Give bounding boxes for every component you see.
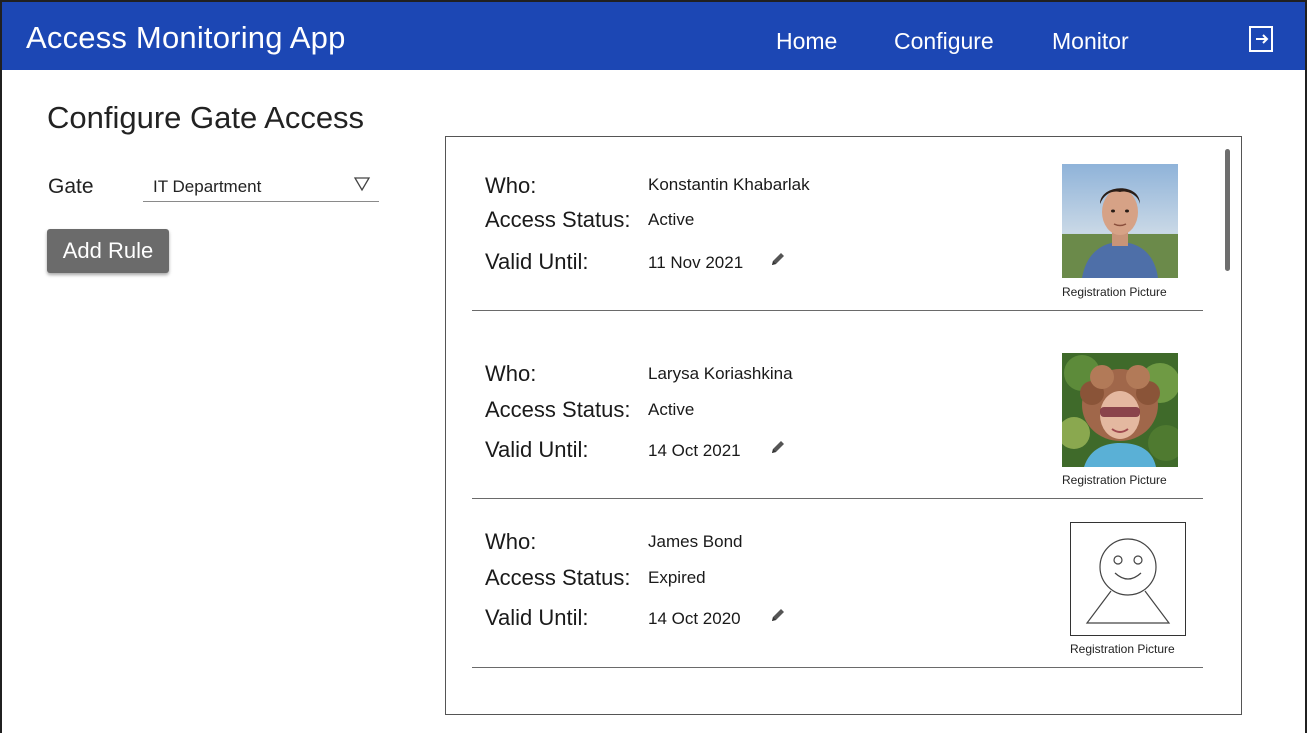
status-label: Access Status: xyxy=(485,207,631,232)
gate-selected-value: IT Department xyxy=(153,177,262,196)
registration-picture-caption: Registration Picture xyxy=(1062,473,1167,487)
registration-picture-caption: Registration Picture xyxy=(1070,642,1175,656)
valid-until-value: 14 Oct 2021 xyxy=(648,441,741,460)
registration-picture-caption: Registration Picture xyxy=(1062,285,1167,299)
scrollbar[interactable] xyxy=(1225,149,1230,271)
nav-monitor[interactable]: Monitor xyxy=(1052,28,1129,55)
chevron-down-icon xyxy=(353,176,371,192)
status-value: Expired xyxy=(648,568,706,587)
rule-card: Who: Larysa Koriashkina Access Status: A… xyxy=(472,311,1203,499)
registration-picture xyxy=(1062,164,1178,278)
valid-until-value: 14 Oct 2020 xyxy=(648,609,741,628)
logout-icon[interactable] xyxy=(1246,24,1276,54)
nav-home[interactable]: Home xyxy=(776,28,837,55)
edit-pencil-icon[interactable] xyxy=(769,438,787,456)
valid-until-label: Valid Until: xyxy=(485,249,589,274)
add-rule-button[interactable]: Add Rule xyxy=(47,229,169,273)
valid-until-label: Valid Until: xyxy=(485,605,589,630)
registration-picture xyxy=(1062,353,1178,467)
who-value: Konstantin Khabarlak xyxy=(648,175,810,194)
status-label: Access Status: xyxy=(485,565,631,590)
who-label: Who: xyxy=(485,173,537,198)
who-value: James Bond xyxy=(648,532,743,551)
edit-pencil-icon[interactable] xyxy=(769,250,787,268)
app-title: Access Monitoring App xyxy=(26,20,346,55)
gate-dropdown[interactable]: IT Department xyxy=(143,170,379,202)
status-value: Active xyxy=(648,400,695,419)
status-label: Access Status: xyxy=(485,397,631,422)
valid-until-value: 11 Nov 2021 xyxy=(648,253,744,272)
valid-until-label: Valid Until: xyxy=(485,437,589,462)
rule-card: Who: James Bond Access Status: Expired V… xyxy=(472,499,1203,668)
who-label: Who: xyxy=(485,361,537,386)
status-value: Active xyxy=(648,210,695,229)
rule-card: Who: Konstantin Khabarlak Access Status:… xyxy=(472,137,1203,311)
who-value: Larysa Koriashkina xyxy=(648,364,793,383)
nav-configure[interactable]: Configure xyxy=(894,28,994,55)
rules-list-panel: Who: Konstantin Khabarlak Access Status:… xyxy=(445,136,1242,715)
page-title: Configure Gate Access xyxy=(47,100,365,135)
gate-label: Gate xyxy=(48,175,94,198)
placeholder-face-icon xyxy=(1070,522,1186,636)
edit-pencil-icon[interactable] xyxy=(769,606,787,624)
who-label: Who: xyxy=(485,529,537,554)
top-navbar: Access Monitoring App Home Configure Mon… xyxy=(2,2,1305,70)
